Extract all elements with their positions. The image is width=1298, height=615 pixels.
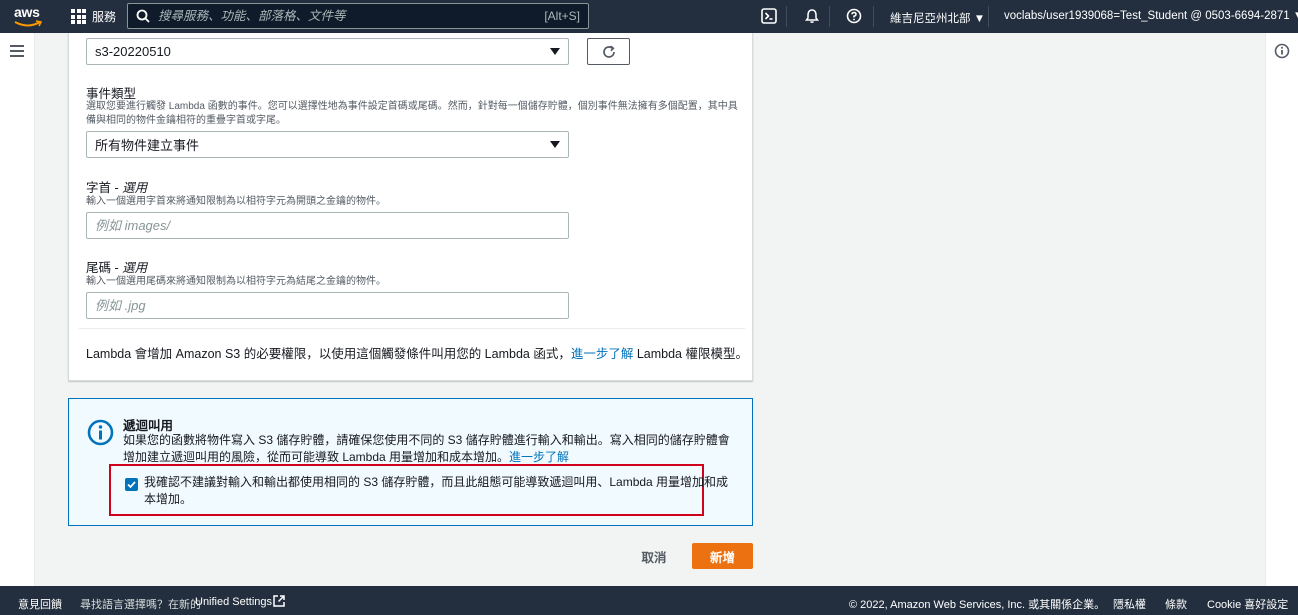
cancel-button[interactable]: 取消 bbox=[632, 543, 676, 569]
alert-body: 如果您的函數將物件寫入 S3 儲存貯體，請確保您使用不同的 S3 儲存貯體進行輸… bbox=[123, 433, 730, 464]
language-prompt: 尋找語言選擇嗎？在新的 bbox=[80, 599, 201, 611]
info-panel-icon[interactable] bbox=[1274, 43, 1290, 59]
unified-settings-link[interactable]: Unified Settings bbox=[195, 596, 272, 608]
section-divider bbox=[79, 328, 745, 329]
suffix-label: 尾碼 - 選用 bbox=[86, 261, 148, 275]
account-menu[interactable]: voclabs/user1939068=Test_Student @ 0503-… bbox=[1004, 10, 1298, 22]
cloudshell-icon[interactable] bbox=[761, 8, 777, 24]
lambda-permission-note: Lambda 會增加 Amazon S3 的必要權限，以使用這個觸發條件叫用您的… bbox=[86, 347, 748, 361]
learn-more-link[interactable]: 進一步了解 bbox=[571, 347, 634, 361]
services-menu-button[interactable]: 服務 bbox=[71, 8, 116, 25]
suffix-input[interactable] bbox=[86, 292, 569, 319]
event-type-select[interactable]: 所有物件建立事件 bbox=[86, 131, 569, 158]
trigger-configuration-card: s3-20220510 事件類型 選取您要進行觸發 Lambda 函數的事件。您… bbox=[68, 33, 753, 381]
search-shortcut-hint: [Alt+S] bbox=[544, 9, 580, 23]
feedback-link[interactable]: 意見回饋 bbox=[18, 596, 62, 612]
acknowledge-checkbox[interactable] bbox=[125, 478, 138, 491]
checkmark-icon bbox=[127, 481, 136, 489]
console-footer: 意見回饋 尋找語言選擇嗎？在新的 Unified Settings © 2022… bbox=[0, 586, 1298, 615]
event-type-value: 所有物件建立事件 bbox=[95, 138, 200, 153]
acknowledge-label: 我確認不建議對輸入和輸出都使用相同的 S3 儲存貯體，而且此組態可能導致遞迴叫用… bbox=[144, 475, 729, 506]
privacy-link[interactable]: 隱私權 bbox=[1113, 596, 1146, 612]
left-side-rail bbox=[0, 33, 35, 586]
region-selector[interactable]: 維吉尼亞州北部 ▼ bbox=[890, 10, 985, 26]
info-icon bbox=[87, 419, 114, 446]
prefix-description: 輸入一個選用字首來將通知限制為以相符字元為開頭之金鑰的物件。 bbox=[86, 196, 386, 207]
optional-tag: 選用 bbox=[122, 181, 148, 195]
search-input[interactable] bbox=[158, 9, 518, 23]
aws-logo-text: aws bbox=[14, 4, 40, 20]
alert-learn-more-link[interactable]: 進一步了解 bbox=[509, 450, 569, 464]
global-search[interactable]: [Alt+S] bbox=[127, 3, 589, 29]
app-grid-icon bbox=[71, 9, 86, 24]
nav-divider bbox=[873, 6, 874, 27]
nav-divider bbox=[829, 6, 830, 27]
suffix-description: 輸入一個選用尾碼來將通知限制為以相符字元為結尾之金鑰的物件。 bbox=[86, 276, 386, 287]
top-navigation-bar: aws 服務 [Alt+S] 維吉尼亞州北部 ▼ voclabs/user193… bbox=[0, 0, 1298, 33]
aws-logo[interactable]: aws bbox=[14, 5, 44, 29]
notifications-bell-icon[interactable] bbox=[804, 8, 820, 24]
recursive-invocation-alert: 遞迴叫用 如果您的函數將物件寫入 S3 儲存貯體，請確保您使用不同的 S3 儲存… bbox=[68, 398, 753, 526]
bucket-select[interactable]: s3-20220510 bbox=[86, 38, 569, 65]
prefix-label: 字首 - 選用 bbox=[86, 181, 148, 195]
optional-tag: 選用 bbox=[122, 261, 148, 275]
prefix-input[interactable] bbox=[86, 212, 569, 239]
add-button[interactable]: 新增 bbox=[692, 543, 753, 569]
help-icon[interactable] bbox=[846, 8, 862, 24]
cookie-preferences-link[interactable]: Cookie 喜好設定 bbox=[1207, 596, 1288, 612]
external-link-icon bbox=[273, 595, 285, 607]
services-label: 服務 bbox=[92, 10, 117, 24]
caret-down-icon bbox=[550, 141, 560, 148]
aws-smile-icon bbox=[14, 20, 42, 27]
bucket-select-value: s3-20220510 bbox=[95, 44, 171, 59]
nav-divider bbox=[988, 6, 989, 27]
event-type-description: 選取您要進行觸發 Lambda 函數的事件。您可以選擇性地為事件設定首碼或尾碼。… bbox=[86, 101, 738, 126]
refresh-icon bbox=[602, 45, 615, 58]
hamburger-menu-icon[interactable] bbox=[10, 45, 24, 60]
acknowledgement-highlight: 我確認不建議對輸入和輸出都使用相同的 S3 儲存貯體，而且此組態可能導致遞迴叫用… bbox=[109, 464, 728, 516]
search-icon bbox=[136, 9, 150, 23]
terms-link[interactable]: 條款 bbox=[1165, 596, 1187, 612]
refresh-button[interactable] bbox=[587, 38, 630, 65]
copyright-text: © 2022, Amazon Web Services, Inc. 或其關係企業… bbox=[849, 599, 1106, 611]
right-side-rail bbox=[1265, 33, 1298, 586]
caret-down-icon bbox=[550, 48, 560, 55]
nav-divider bbox=[786, 6, 787, 27]
